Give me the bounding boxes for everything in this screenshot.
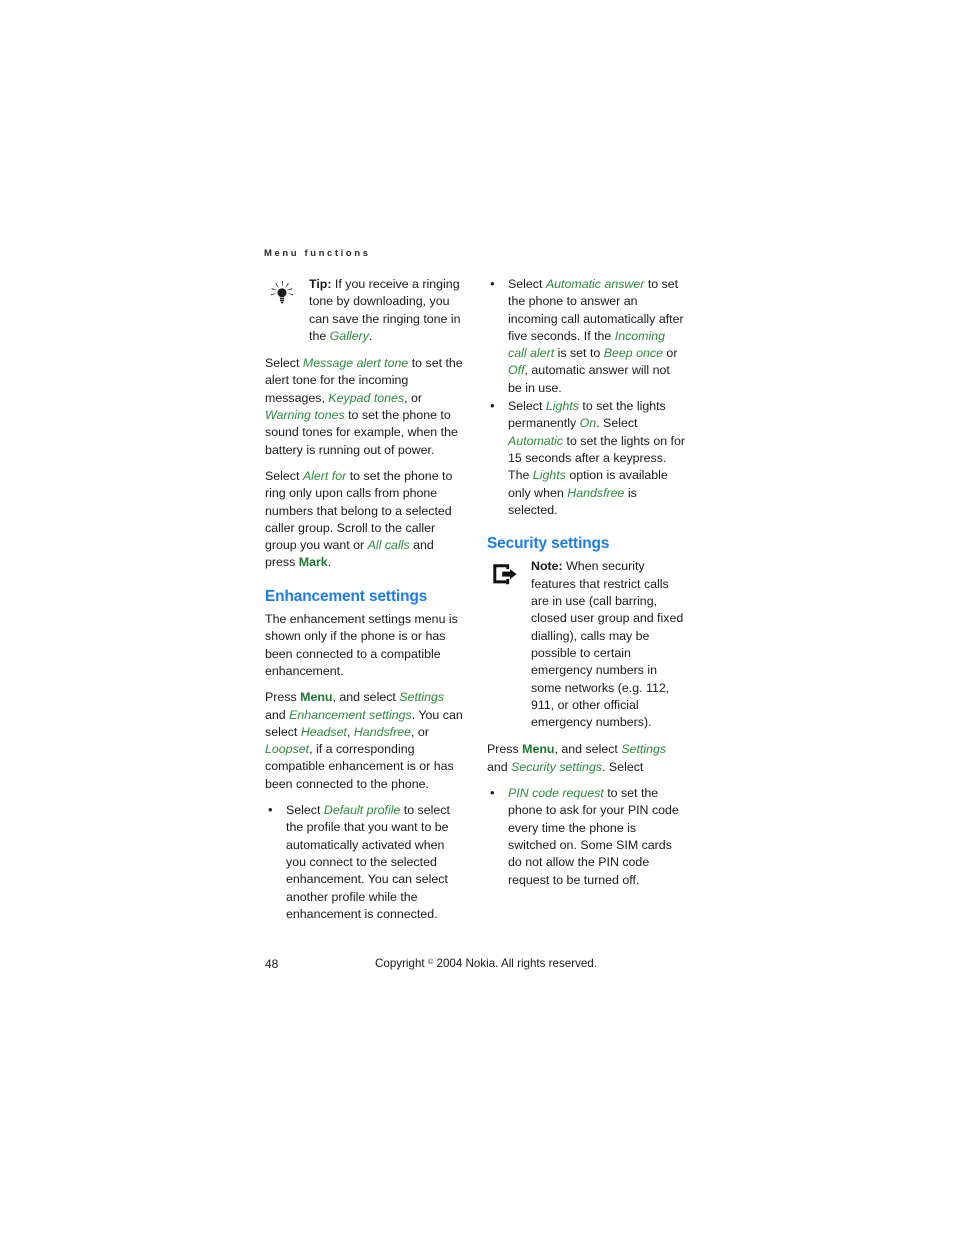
term-enhancement-settings: Enhancement settings [289, 707, 412, 722]
text-run: is set to [554, 346, 604, 361]
list-item: Select Lights to set the lights permanen… [487, 397, 687, 519]
copyright-notice: Copyright © 2004 Nokia. All rights reser… [375, 957, 597, 970]
text-run: , [346, 724, 354, 739]
text-run: , and select [332, 690, 400, 705]
term-automatic-answer: Automatic answer [545, 277, 645, 291]
term-warning-tones: Warning tones [265, 408, 345, 423]
term-automatic: Automatic [508, 433, 564, 448]
term-loopset: Loopset [265, 742, 310, 757]
tip-text-2: . [368, 328, 373, 343]
note-text-1: When security features that restrict cal… [531, 559, 684, 730]
text-run: , automatic answer will not be in use. [508, 363, 670, 395]
heading-security-settings: Security settings [487, 535, 610, 553]
term-alert-for: Alert for [302, 468, 347, 483]
term-beep-once: Beep once [603, 346, 663, 361]
note-arrow-icon [488, 560, 520, 590]
list-item: Select Automatic answer to set the phone… [487, 275, 687, 397]
lightbulb-icon [266, 278, 298, 308]
note-lead: Note: [531, 559, 563, 574]
list-item: Select Default profile to select the pro… [265, 801, 465, 923]
note-callout: Note: When security features that restri… [487, 558, 687, 731]
para-message-alert-tone: Select Message alert tone to set the ale… [265, 355, 465, 459]
term-security-settings: Security settings [511, 759, 603, 774]
text-run: . Select [596, 416, 638, 431]
term-pin-code-request: PIN code request [508, 786, 604, 801]
term-headset: Headset [300, 724, 347, 739]
right-column: Select Automatic answer to set the phone… [487, 275, 687, 898]
para-enhancement-intro: The enhancement settings menu is shown o… [265, 612, 458, 678]
tip-lead: Tip: [309, 277, 332, 291]
text-run: Select [265, 468, 303, 483]
text-run: , or [411, 724, 429, 739]
bullet-list-enhancement: Select Default profile to select the pro… [265, 801, 465, 923]
page-number: 48 [265, 957, 279, 971]
text-run: Press [487, 742, 523, 757]
text-run: or [662, 346, 678, 361]
term-message-alert-tone: Message alert tone [302, 356, 409, 371]
term-lights-2: Lights [532, 468, 566, 483]
note-text: Note: When security features that restri… [531, 558, 687, 731]
list-item: PIN code request to set the phone to ask… [487, 784, 687, 889]
term-default-profile: Default profile [323, 803, 401, 818]
text-run: Select [508, 277, 546, 291]
term-keypad-tones: Keypad tones [328, 390, 405, 405]
term-gallery: Gallery [329, 328, 369, 343]
bullet-list-call-settings: Select Automatic answer to set the phone… [487, 275, 687, 519]
running-header: Menu functions [264, 248, 371, 259]
heading-enhancement-settings: Enhancement settings [265, 587, 428, 605]
term-all-calls: All calls [367, 538, 410, 553]
para-security-press-menu: Press Menu, and select Settings and Secu… [487, 741, 687, 776]
term-handsfree-2: Handsfree [567, 485, 625, 500]
text-run: , and select [554, 742, 622, 757]
copyright-pre: Copyright [375, 957, 428, 970]
manual-page: Menu functions Tip: If you receive a rin… [0, 0, 954, 1235]
text-run: . Select [602, 759, 644, 774]
term-settings-2: Settings [621, 742, 667, 757]
term-handsfree: Handsfree [353, 724, 412, 739]
text-run: and [487, 759, 512, 774]
text-run: to set the phone to ask for your PIN cod… [508, 786, 679, 887]
text-run: to select the profile that you want to b… [286, 803, 450, 921]
softkey-menu-2: Menu [522, 742, 555, 757]
copyright-post: 2004 Nokia. All rights reserved. [433, 957, 597, 970]
text-run: . [327, 555, 332, 570]
tip-text: Tip: If you receive a ringing tone by do… [309, 276, 465, 345]
left-column: Tip: If you receive a ringing tone by do… [265, 276, 465, 932]
softkey-mark: Mark [298, 555, 328, 570]
para-enhancement-press-menu: Press Menu, and select Settings and Enha… [265, 689, 465, 793]
text-run: Select [286, 803, 324, 818]
text-run: , or [404, 390, 423, 405]
bullet-list-security: PIN code request to set the phone to ask… [487, 784, 687, 889]
tip-callout: Tip: If you receive a ringing tone by do… [265, 276, 465, 345]
term-off: Off [508, 363, 525, 378]
term-lights: Lights [545, 399, 579, 414]
text-run: Select [508, 399, 546, 414]
softkey-menu: Menu [300, 690, 333, 705]
term-settings: Settings [399, 690, 445, 705]
term-on: On [579, 416, 597, 431]
text-run: Select [265, 356, 303, 371]
text-run: and [265, 707, 290, 722]
text-run: Press [265, 690, 301, 705]
para-alert-for: Select Alert for to set the phone to rin… [265, 468, 465, 572]
